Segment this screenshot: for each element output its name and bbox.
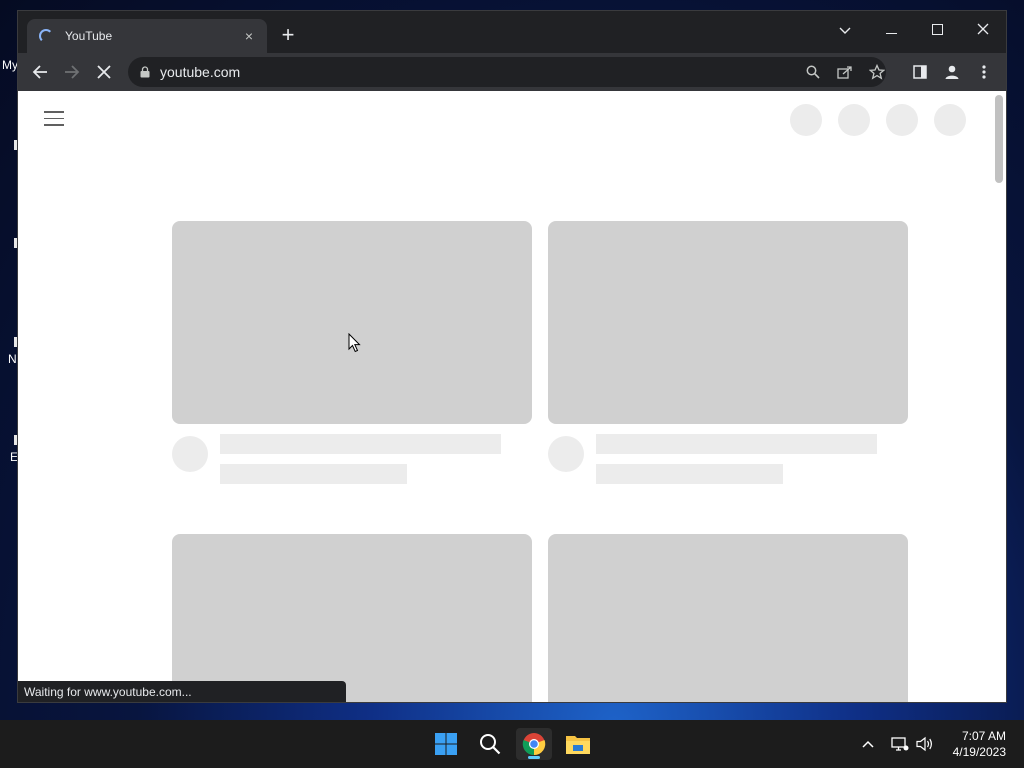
stop-loading-icon [97,65,111,79]
meta-placeholder [220,464,407,484]
channel-avatar-placeholder [548,436,584,472]
chrome-icon [522,733,546,756]
search-icon [480,734,501,755]
video-thumbnail-placeholder [172,534,532,702]
side-panel-button[interactable] [906,58,934,86]
clock-date: 4/19/2023 [952,745,1006,759]
tab-youtube[interactable]: YouTube × [27,19,267,53]
kebab-menu-icon [982,65,986,79]
start-button[interactable] [428,728,464,760]
profile-button[interactable] [938,58,966,86]
video-thumbnail-placeholder [172,221,532,424]
video-thumbnail-placeholder [548,534,908,702]
header-button-placeholder [934,104,966,136]
header-button-placeholder [790,104,822,136]
clock-time: 7:07 AM [961,729,1006,743]
active-indicator [528,756,540,759]
page-viewport: Waiting for www.youtube.com... [18,91,1006,702]
header-button-placeholder [838,104,870,136]
stop-button[interactable] [90,58,118,86]
bookmark-star-icon[interactable] [868,63,886,81]
system-clock[interactable]: 7:07 AM 4/19/2023 [953,728,1006,760]
network-icon[interactable] [890,734,910,754]
tab-close-icon[interactable]: × [241,28,257,44]
profile-icon [945,65,959,79]
status-bubble: Waiting for www.youtube.com... [18,681,346,702]
meta-placeholder [596,464,783,484]
chrome-taskbar-button[interactable] [516,728,552,760]
start-icon [435,733,457,755]
search-button[interactable] [472,728,508,760]
title-placeholder [220,434,501,454]
taskbar: 7:07 AM 4/19/2023 [0,720,1024,768]
scrollbar[interactable] [991,91,1006,702]
desktop-icon-label: My [2,58,18,72]
tab-title: YouTube [65,29,113,43]
video-thumbnail-placeholder [548,221,908,424]
lock-icon[interactable] [140,66,150,78]
browser-window: YouTube × + youtube.com Waiting for www.… [17,10,1007,703]
back-button[interactable] [26,58,54,86]
close-window-button[interactable] [968,17,998,43]
menu-button[interactable] [970,58,998,86]
browser-toolbar: youtube.com [18,53,1006,91]
tab-search-button[interactable] [830,17,860,43]
header-button-placeholder [886,104,918,136]
volume-icon[interactable] [915,734,935,754]
guide-menu-icon[interactable] [44,111,64,126]
side-panel-icon [913,65,927,79]
minimize-button[interactable] [876,17,906,43]
search-icon[interactable] [804,63,822,81]
share-icon[interactable] [836,63,854,81]
arrow-right-icon [65,65,80,79]
new-tab-button[interactable]: + [276,24,300,48]
url-text[interactable]: youtube.com [160,64,240,80]
address-bar[interactable]: youtube.com [128,57,886,87]
tab-strip: YouTube × + [18,11,1006,53]
desktop-icon-label: N [8,352,17,366]
file-explorer-button[interactable] [560,728,596,760]
loading-spinner-icon [39,29,53,43]
forward-button[interactable] [58,58,86,86]
file-explorer-icon [566,736,590,754]
arrow-left-icon [32,65,47,79]
scrollbar-thumb[interactable] [995,95,1003,183]
title-placeholder [596,434,877,454]
show-hidden-icons-chevron-icon[interactable] [858,734,878,754]
maximize-button[interactable] [922,17,952,43]
channel-avatar-placeholder [172,436,208,472]
mouse-cursor-icon [348,333,361,353]
